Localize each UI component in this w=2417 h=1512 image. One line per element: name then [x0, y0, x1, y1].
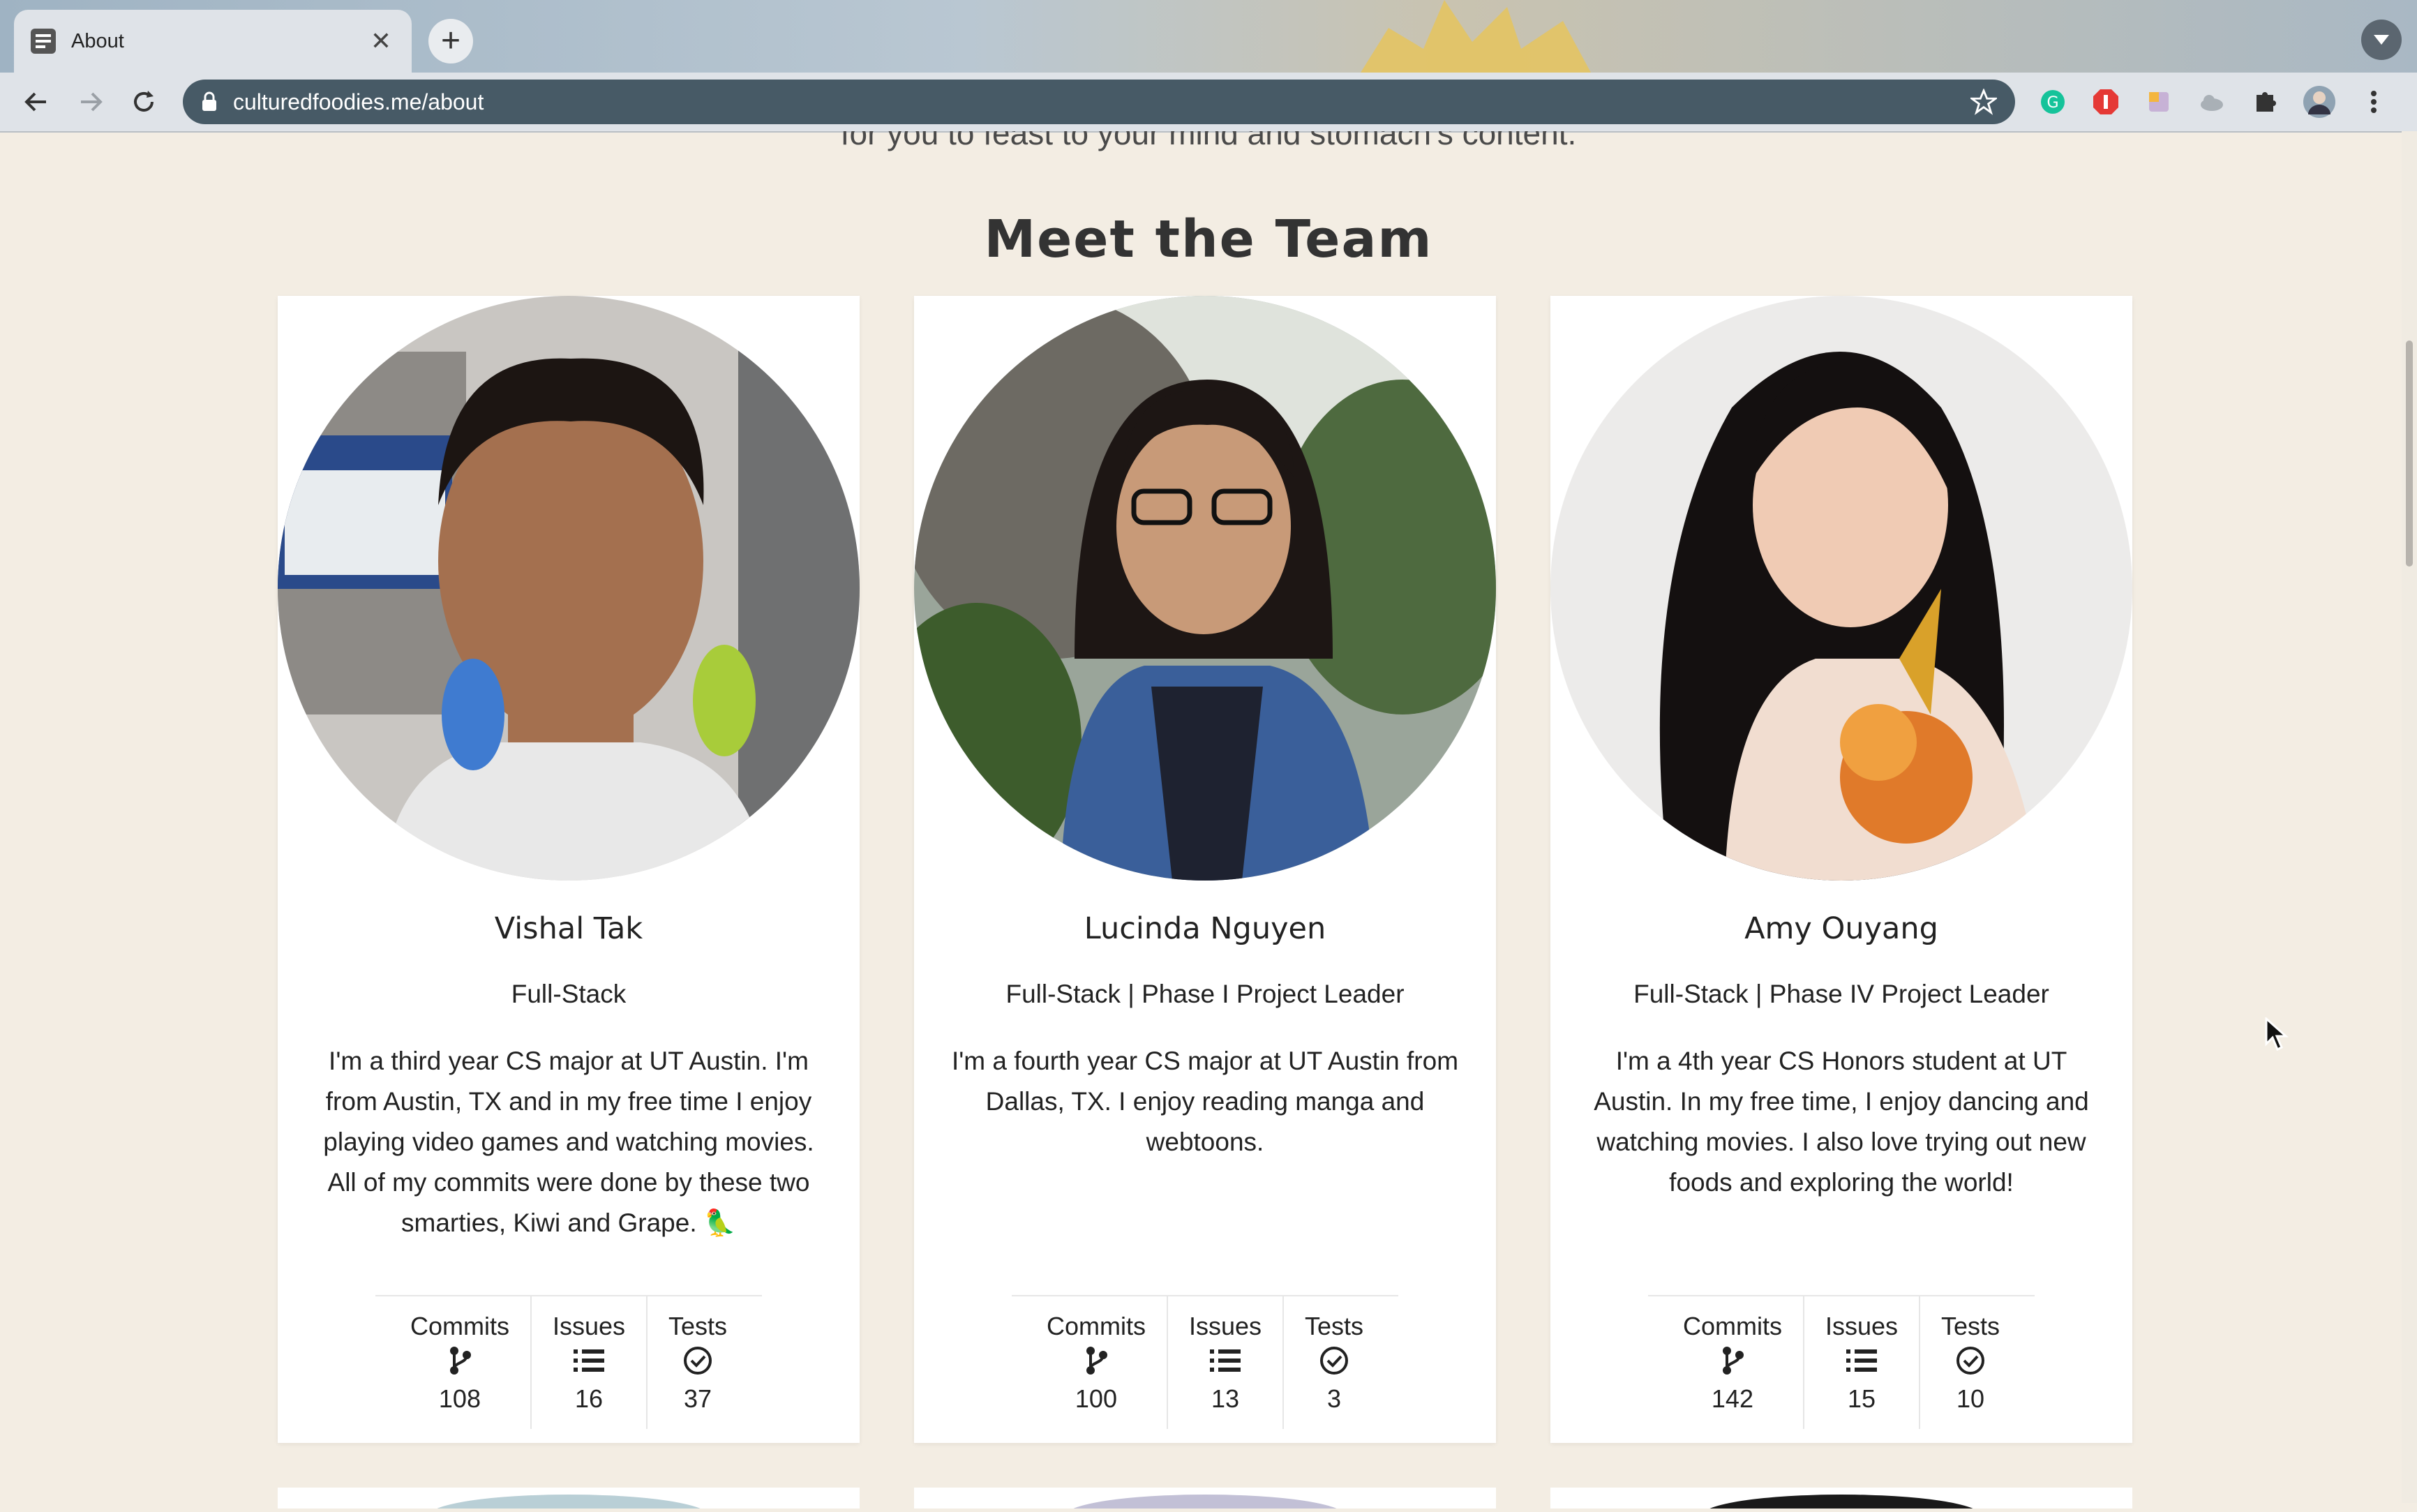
member-stats: Commits 142 Issues 15 Tests 10 [1648, 1295, 2035, 1429]
member-photo [431, 1495, 707, 1512]
url-text: culturedfoodies.me/about [233, 89, 484, 114]
member-name: Vishal Tak [494, 911, 643, 946]
issues-stat: Issues 13 [1166, 1296, 1282, 1429]
member-photo [1067, 1495, 1343, 1512]
list-icon [1846, 1349, 1877, 1372]
member-bio: I'm a third year CS major at UT Austin. … [323, 1047, 814, 1237]
tab-close-icon[interactable]: ✕ [366, 27, 396, 56]
issues-count: 15 [1847, 1384, 1876, 1413]
section-title: Meet the Team [984, 209, 1433, 269]
tests-count: 10 [1956, 1384, 1985, 1413]
list-icon [1209, 1349, 1241, 1372]
tests-label: Tests [1305, 1312, 1364, 1340]
member-stats: Commits 108 Issues 16 Tests 37 [375, 1295, 762, 1429]
member-role: Full-Stack | Phase IV Project Leader [1633, 980, 2049, 1008]
team-card-next-row [278, 1488, 860, 1512]
issues-label: Issues [1825, 1312, 1898, 1340]
more-vertical-icon [2371, 91, 2377, 113]
background-sun-graphic [1361, 0, 1591, 73]
team-card-next-row [914, 1488, 1496, 1512]
colorpick-extension-icon[interactable] [2142, 85, 2176, 119]
git-branch-icon [1722, 1347, 1744, 1375]
issues-label: Issues [1188, 1312, 1262, 1340]
lock-icon [202, 91, 216, 111]
member-photo [914, 296, 1496, 881]
tab-title: About [71, 29, 124, 52]
tests-count: 3 [1327, 1384, 1342, 1413]
member-photo [1550, 296, 2132, 881]
issues-stat: Issues 16 [530, 1296, 646, 1429]
tests-stat: Tests 10 [1919, 1296, 2021, 1429]
tests-count: 37 [683, 1384, 712, 1413]
tests-stat: Tests 37 [646, 1296, 748, 1429]
git-branch-icon [1086, 1347, 1107, 1375]
browser-tab-strip: About ✕ + [0, 0, 2417, 73]
tests-label: Tests [1941, 1312, 2000, 1340]
adblock-hand-icon [2093, 89, 2118, 114]
puzzle-piece-icon [2257, 92, 2276, 112]
check-circle-icon [1956, 1347, 1985, 1375]
active-tab[interactable]: About ✕ [14, 10, 412, 73]
tests-label: Tests [668, 1312, 728, 1340]
commits-label: Commits [1682, 1312, 1782, 1340]
member-role: Full-Stack [511, 980, 627, 1008]
site-favicon-icon [31, 29, 56, 54]
cloud-icon [2201, 95, 2223, 111]
browser-toolbar: culturedfoodies.me/about G [0, 73, 2417, 133]
adblock-extension-icon[interactable] [2089, 85, 2123, 119]
issues-count: 13 [1211, 1384, 1239, 1413]
commits-count: 142 [1711, 1384, 1753, 1413]
member-stats: Commits 100 Issues 13 Tests 3 [1012, 1295, 1398, 1429]
issues-stat: Issues 15 [1802, 1296, 1919, 1429]
new-tab-button[interactable]: + [428, 19, 473, 63]
cloud-extension-icon[interactable] [2195, 85, 2229, 119]
member-photo [1703, 1495, 1980, 1512]
scrollbar-thumb[interactable] [2406, 340, 2413, 567]
tests-stat: Tests 3 [1282, 1296, 1384, 1429]
arrow-right-icon [81, 92, 103, 112]
check-circle-icon [684, 1347, 712, 1375]
tab-search-button[interactable] [2361, 20, 2402, 60]
git-branch-icon [449, 1347, 471, 1375]
team-card: Lucinda Nguyen Full-Stack | Phase I Proj… [914, 296, 1496, 1443]
back-button[interactable] [18, 84, 54, 120]
avatar-icon [2303, 86, 2335, 118]
team-card: Vishal Tak Full-Stack I'm a third year C… [278, 296, 860, 1443]
commits-stat: Commits 108 [389, 1296, 530, 1429]
reload-button[interactable] [126, 84, 162, 120]
commits-stat: Commits 100 [1026, 1296, 1167, 1429]
commits-label: Commits [1046, 1312, 1146, 1340]
browser-menu-button[interactable] [2357, 85, 2390, 119]
color-wheel-icon [2149, 92, 2169, 112]
grammarly-extension-icon[interactable]: G [2036, 85, 2070, 119]
commits-label: Commits [410, 1312, 509, 1340]
mouse-cursor-icon [2265, 1017, 2289, 1051]
team-card: Amy Ouyang Full-Stack | Phase IV Project… [1550, 296, 2132, 1443]
member-bio: I'm a fourth year CS major at UT Austin … [951, 1047, 1459, 1156]
page-scrollbar[interactable] [2402, 131, 2417, 1503]
issues-label: Issues [552, 1312, 625, 1340]
member-role: Full-Stack | Phase I Project Leader [1005, 980, 1405, 1008]
extensions-button[interactable] [2248, 85, 2282, 119]
commits-stat: Commits 142 [1662, 1296, 1803, 1429]
reload-icon [134, 91, 154, 112]
address-bar[interactable]: culturedfoodies.me/about [183, 80, 2015, 124]
chevron-down-icon [2374, 35, 2389, 45]
grammarly-g-icon: G [2041, 90, 2065, 114]
member-name: Amy Ouyang [1744, 911, 1938, 946]
commits-count: 100 [1075, 1384, 1117, 1413]
member-name: Lucinda Nguyen [1084, 911, 1326, 946]
team-card-next-row [1550, 1488, 2132, 1512]
list-icon [573, 1349, 604, 1372]
issues-count: 16 [574, 1384, 603, 1413]
member-bio: I'm a 4th year CS Honors student at UT A… [1594, 1047, 2089, 1197]
check-circle-icon [1320, 1347, 1349, 1375]
profile-avatar-button[interactable] [2303, 85, 2336, 119]
arrow-left-icon [24, 92, 46, 112]
svg-text:G: G [2046, 94, 2058, 112]
member-photo [278, 296, 860, 881]
forward-button[interactable] [73, 84, 109, 120]
commits-count: 108 [438, 1384, 481, 1413]
bookmark-star-icon[interactable] [1970, 89, 1997, 115]
